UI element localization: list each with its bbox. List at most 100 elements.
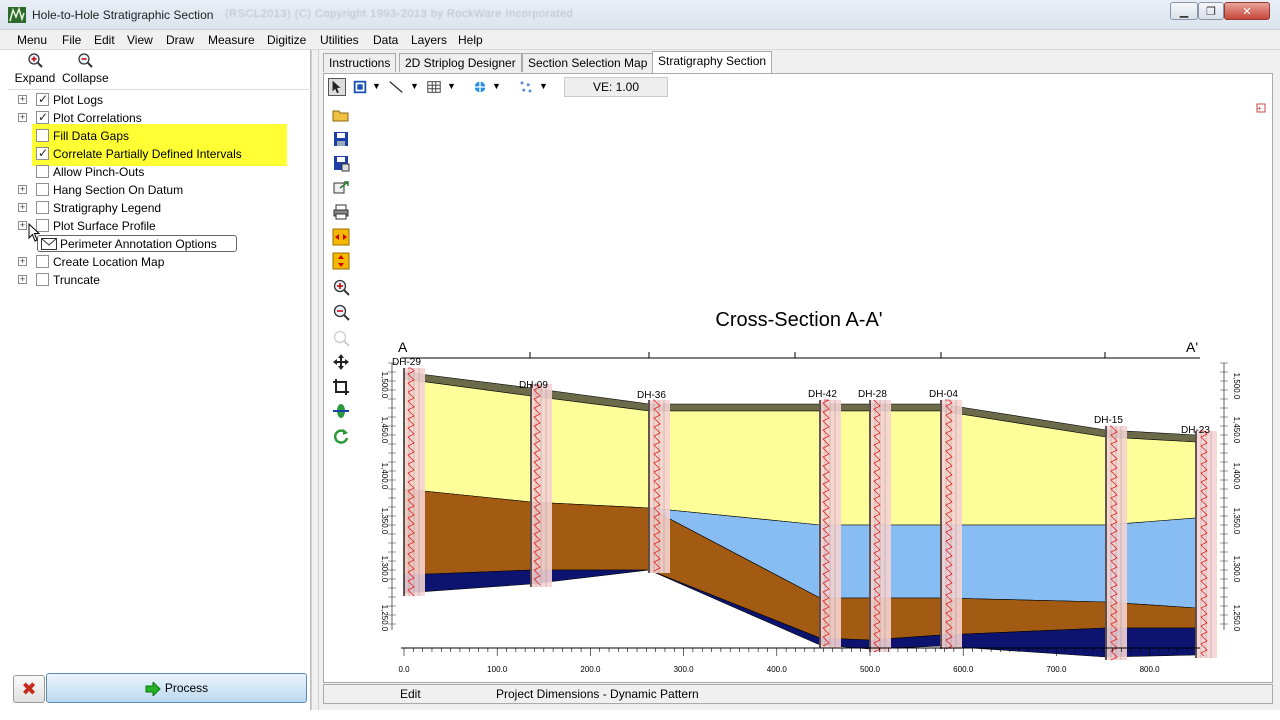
expand-button[interactable]: Expand (12, 52, 58, 85)
vertical-exaggeration: VE: 1.00 (564, 77, 668, 97)
hole-label: DH-04 (929, 389, 958, 400)
tab-striplog-designer[interactable]: 2D Striplog Designer (399, 53, 522, 72)
expand-icon[interactable]: + (18, 185, 27, 194)
select-box-icon[interactable] (351, 78, 369, 96)
zoom-in-icon[interactable] (332, 278, 350, 296)
scatter-icon[interactable] (517, 78, 535, 96)
elevation-label: 1,400.0 (1232, 463, 1241, 490)
tree-item-plot-correlations[interactable]: + Plot Correlations (8, 109, 308, 127)
tree-item-truncate[interactable]: + Truncate (8, 271, 308, 289)
status-mode: Edit (400, 687, 421, 701)
tab-instructions[interactable]: Instructions (323, 53, 397, 72)
pan-icon[interactable] (332, 353, 350, 371)
menu-digitize[interactable]: Digitize (267, 33, 306, 47)
line-tool-icon[interactable] (387, 78, 405, 96)
tree-item-allow-pinch-outs[interactable]: Allow Pinch-Outs (8, 163, 308, 181)
cross-section-plot[interactable]: + Cross-Section A-A' A A' DH-29 DH-09 DH-3… (354, 100, 1272, 682)
fit-width-icon[interactable] (332, 228, 350, 246)
tree-item-correlate-partial[interactable]: Correlate Partially Defined Intervals (8, 145, 308, 163)
panel-splitter[interactable] (311, 50, 319, 710)
tree-item-plot-logs[interactable]: + Plot Logs (8, 91, 308, 109)
expand-icon[interactable]: + (18, 113, 27, 122)
save-icon[interactable] (332, 130, 350, 148)
center-icon[interactable] (332, 402, 350, 420)
export-icon[interactable] (332, 179, 350, 197)
zoom-out-icon[interactable] (332, 303, 350, 321)
elevation-label: 1,450.0 (1232, 417, 1241, 444)
checkbox[interactable] (36, 273, 49, 286)
minimize-icon: ▁ (1179, 5, 1189, 18)
maximize-button[interactable]: ❐ (1198, 2, 1224, 20)
pointer-icon[interactable] (328, 78, 346, 96)
collapse-button[interactable]: Collapse (62, 52, 109, 85)
x-tick-label: 600.0 (953, 665, 974, 674)
menu-data[interactable]: Data (373, 33, 398, 47)
checkbox[interactable] (36, 92, 49, 106)
print-icon[interactable] (332, 203, 350, 221)
expand-icon[interactable]: + (18, 203, 27, 212)
close-button[interactable]: ✕ (1224, 2, 1270, 20)
menu-view[interactable]: View (127, 33, 153, 47)
close-icon: ✖ (21, 679, 37, 699)
menu-help[interactable]: Help (458, 33, 483, 47)
cancel-button[interactable]: ✖ (13, 675, 45, 703)
menu-edit[interactable]: Edit (94, 33, 115, 47)
x-tick-label: 0.0 (398, 665, 410, 674)
menu-measure[interactable]: Measure (208, 33, 255, 47)
fit-page-icon[interactable] (332, 252, 350, 270)
refresh-icon[interactable] (332, 427, 350, 445)
checkbox[interactable] (36, 201, 49, 214)
menu-utilities[interactable]: Utilities (320, 33, 359, 47)
tab-section-selection-map[interactable]: Section Selection Map (522, 53, 654, 72)
chevron-down-icon[interactable]: ▼ (372, 81, 381, 91)
folder-open-icon[interactable] (332, 106, 350, 124)
hole-label: DH-28 (858, 389, 887, 400)
checkbox[interactable] (36, 129, 49, 142)
tree-item-strat-legend[interactable]: + Stratigraphy Legend (8, 199, 308, 217)
tree-toolbar: Expand Collapse (8, 50, 311, 90)
checkbox[interactable] (36, 146, 49, 160)
grid-icon[interactable] (425, 78, 443, 96)
expand-icon[interactable]: + (18, 275, 27, 284)
checkbox[interactable] (36, 183, 49, 196)
chevron-down-icon[interactable]: ▼ (447, 81, 456, 91)
section-canvas[interactable]: ▼ ▼ ▼ ▼ ▼ VE: 1.00 + Cross-Section A-A' … (323, 73, 1273, 683)
tree-item-perimeter-annotation[interactable]: Perimeter Annotation Options (37, 235, 237, 252)
expand-icon[interactable]: + (18, 95, 27, 104)
elevation-label: 1,500.0 (1232, 373, 1241, 400)
checkbox[interactable] (36, 110, 49, 124)
snap-icon[interactable] (471, 78, 489, 96)
chevron-down-icon[interactable]: ▼ (539, 81, 548, 91)
chevron-down-icon[interactable]: ▼ (410, 81, 419, 91)
process-button[interactable]: Process (46, 673, 307, 703)
menu-draw[interactable]: Draw (166, 33, 194, 47)
tree-item-surface-profile[interactable]: + Plot Surface Profile (8, 217, 308, 235)
tree-item-location-map[interactable]: + Create Location Map (8, 253, 308, 271)
elevation-label: 1,300.0 (380, 556, 389, 583)
tab-stratigraphy-section[interactable]: Stratigraphy Section (652, 51, 773, 73)
checkbox[interactable] (36, 165, 49, 178)
app-icon (8, 7, 26, 23)
expand-icon[interactable]: + (18, 257, 27, 266)
zoom-disabled-icon (333, 330, 350, 347)
close-icon: ✕ (1242, 5, 1252, 18)
tree-item-hang-section[interactable]: + Hang Section On Datum (8, 181, 308, 199)
process-label: Process (164, 681, 209, 695)
tree-item-fill-data-gaps[interactable]: Fill Data Gaps (8, 127, 308, 145)
crop-icon[interactable] (332, 378, 350, 396)
chevron-down-icon[interactable]: ▼ (492, 81, 501, 91)
plus-icon[interactable]: + (1257, 104, 1262, 113)
menu-menu[interactable]: Menu (17, 33, 47, 47)
x-tick-label: 200.0 (580, 665, 601, 674)
expand-icon[interactable]: + (18, 221, 27, 230)
elevation-label: 1,350.0 (1232, 508, 1241, 535)
section-title: Cross-Section A-A' (715, 309, 882, 331)
save-as-icon[interactable] (332, 154, 350, 172)
x-tick-label: 100.0 (487, 665, 508, 674)
minimize-button[interactable]: ▁ (1170, 2, 1198, 20)
elevation-label: 1,250.0 (1232, 605, 1241, 632)
menu-layers[interactable]: Layers (411, 33, 447, 47)
menu-file[interactable]: File (62, 33, 81, 47)
section-start-label: A (398, 339, 408, 355)
checkbox[interactable] (36, 255, 49, 268)
